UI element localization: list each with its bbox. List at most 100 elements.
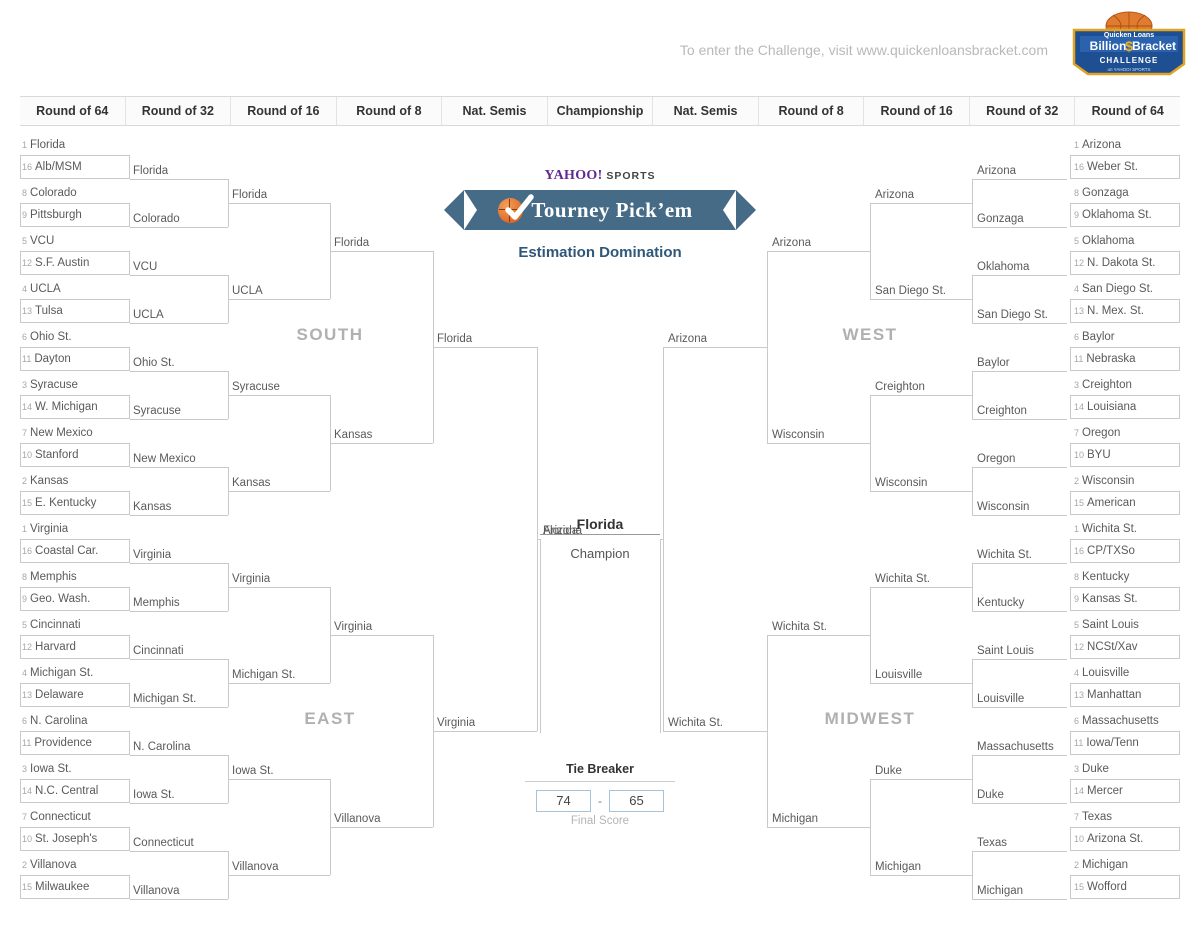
team-slot-r64-left-15-top[interactable]: 2 Villanova: [22, 859, 76, 872]
team-slot-r64-right-10-top[interactable]: 5 Saint Louis: [1074, 619, 1139, 632]
team-slot-r64-right-5-bottom[interactable]: 14 Louisiana: [1074, 401, 1136, 414]
team-slot-r64-right-2-top[interactable]: 5 Oklahoma: [1074, 235, 1134, 248]
team-slot-r64-right-14-bottom[interactable]: 10 Arizona St.: [1074, 833, 1143, 846]
team-slot-r64-right-6-top[interactable]: 7 Oregon: [1074, 427, 1120, 440]
winner-r32-left-1-top[interactable]: VCU: [133, 261, 157, 274]
winner-r32-left-0-top[interactable]: Florida: [133, 165, 168, 178]
team-slot-r64-left-3-bottom[interactable]: 13 Tulsa: [22, 305, 63, 318]
team-slot-r64-right-0-top[interactable]: 1 Arizona: [1074, 139, 1121, 152]
team-slot-r64-right-4-top[interactable]: 6 Baylor: [1074, 331, 1115, 344]
team-slot-r64-left-9-bottom[interactable]: 9 Geo. Wash.: [22, 593, 90, 606]
winner-r32-right-2-top[interactable]: Baylor: [977, 357, 1010, 370]
winner-natsemi-left-bottom[interactable]: Virginia: [437, 717, 475, 730]
team-slot-r64-left-5-bottom[interactable]: 14 W. Michigan: [22, 401, 98, 414]
winner-r16-right-3-top[interactable]: Duke: [875, 765, 902, 778]
winner-r16-left-2-top[interactable]: Virginia: [232, 573, 270, 586]
team-slot-r64-left-14-top[interactable]: 7 Connecticut: [22, 811, 91, 824]
winner-r32-right-7-bottom[interactable]: Michigan: [977, 885, 1023, 898]
team-slot-r64-left-0-top[interactable]: 1 Florida: [22, 139, 65, 152]
tie-breaker-score-right[interactable]: 65: [609, 790, 664, 812]
winner-r32-left-1-bottom[interactable]: UCLA: [133, 309, 164, 322]
winner-r32-right-4-top[interactable]: Wichita St.: [977, 549, 1032, 562]
winner-r32-left-7-bottom[interactable]: Villanova: [133, 885, 179, 898]
team-slot-r64-left-1-bottom[interactable]: 9 Pittsburgh: [22, 209, 82, 222]
team-slot-r64-right-13-bottom[interactable]: 14 Mercer: [1074, 785, 1123, 798]
winner-r16-right-2-bottom[interactable]: Louisville: [875, 669, 922, 682]
team-slot-r64-left-3-top[interactable]: 4 UCLA: [22, 283, 61, 296]
team-slot-r64-left-4-top[interactable]: 6 Ohio St.: [22, 331, 72, 344]
team-slot-r64-right-14-top[interactable]: 7 Texas: [1074, 811, 1112, 824]
winner-natsemi-right-bottom[interactable]: Wichita St.: [668, 717, 723, 730]
winner-r32-right-7-top[interactable]: Texas: [977, 837, 1007, 850]
team-slot-r64-right-4-bottom[interactable]: 11 Nebraska: [1074, 353, 1136, 366]
tie-breaker-score-left[interactable]: 74: [536, 790, 591, 812]
winner-r16-left-1-top[interactable]: Syracuse: [232, 381, 280, 394]
team-slot-r64-right-15-top[interactable]: 2 Michigan: [1074, 859, 1128, 872]
winner-r32-right-6-bottom[interactable]: Duke: [977, 789, 1004, 802]
winner-r16-right-3-bottom[interactable]: Michigan: [875, 861, 921, 874]
winner-r16-right-0-bottom[interactable]: San Diego St.: [875, 285, 946, 298]
winner-r16-left-2-bottom[interactable]: Michigan St.: [232, 669, 295, 682]
team-slot-r64-left-7-bottom[interactable]: 15 E. Kentucky: [22, 497, 96, 510]
winner-r32-right-6-top[interactable]: Massachusetts: [977, 741, 1054, 754]
winner-r32-right-3-bottom[interactable]: Wisconsin: [977, 501, 1029, 514]
winner-r32-right-1-bottom[interactable]: San Diego St.: [977, 309, 1048, 322]
winner-r16-right-0-top[interactable]: Arizona: [875, 189, 914, 202]
winner-r32-left-6-bottom[interactable]: Iowa St.: [133, 789, 175, 802]
winner-r32-right-3-top[interactable]: Oregon: [977, 453, 1015, 466]
team-slot-r64-right-2-bottom[interactable]: 12 N. Dakota St.: [1074, 257, 1155, 270]
winner-r32-left-0-bottom[interactable]: Colorado: [133, 213, 180, 226]
team-slot-r64-left-6-bottom[interactable]: 10 Stanford: [22, 449, 79, 462]
team-slot-r64-left-14-bottom[interactable]: 10 St. Joseph's: [22, 833, 97, 846]
team-slot-r64-right-8-bottom[interactable]: 16 CP/TXSo: [1074, 545, 1135, 558]
winner-r32-right-4-bottom[interactable]: Kentucky: [977, 597, 1024, 610]
winner-r16-left-0-bottom[interactable]: UCLA: [232, 285, 263, 298]
winner-r32-left-3-bottom[interactable]: Kansas: [133, 501, 171, 514]
winner-r16-left-0-top[interactable]: Florida: [232, 189, 267, 202]
winner-r8-right-1-bottom[interactable]: Michigan: [772, 813, 818, 826]
winner-r32-left-2-bottom[interactable]: Syracuse: [133, 405, 181, 418]
winner-r32-right-5-bottom[interactable]: Louisville: [977, 693, 1024, 706]
team-slot-r64-right-9-top[interactable]: 8 Kentucky: [1074, 571, 1129, 584]
team-slot-r64-left-11-bottom[interactable]: 13 Delaware: [22, 689, 84, 702]
team-slot-r64-right-15-bottom[interactable]: 15 Wofford: [1074, 881, 1127, 894]
winner-r8-left-1-bottom[interactable]: Villanova: [334, 813, 380, 826]
winner-r16-left-1-bottom[interactable]: Kansas: [232, 477, 270, 490]
winner-r16-right-1-bottom[interactable]: Wisconsin: [875, 477, 927, 490]
team-slot-r64-left-13-bottom[interactable]: 14 N.C. Central: [22, 785, 98, 798]
team-slot-r64-left-11-top[interactable]: 4 Michigan St.: [22, 667, 93, 680]
winner-r16-right-1-top[interactable]: Creighton: [875, 381, 925, 394]
team-slot-r64-right-13-top[interactable]: 3 Duke: [1074, 763, 1109, 776]
winner-r16-right-2-top[interactable]: Wichita St.: [875, 573, 930, 586]
team-slot-r64-right-1-top[interactable]: 8 Gonzaga: [1074, 187, 1129, 200]
winner-r16-left-3-bottom[interactable]: Villanova: [232, 861, 278, 874]
team-slot-r64-left-2-bottom[interactable]: 12 S.F. Austin: [22, 257, 89, 270]
team-slot-r64-left-7-top[interactable]: 2 Kansas: [22, 475, 68, 488]
winner-r8-right-1-top[interactable]: Wichita St.: [772, 621, 827, 634]
team-slot-r64-right-10-bottom[interactable]: 12 NCSt/Xav: [1074, 641, 1138, 654]
team-slot-r64-left-12-bottom[interactable]: 11 Providence: [22, 737, 92, 750]
team-slot-r64-right-3-top[interactable]: 4 San Diego St.: [1074, 283, 1153, 296]
winner-r32-left-3-top[interactable]: New Mexico: [133, 453, 196, 466]
team-slot-r64-left-8-top[interactable]: 1 Virginia: [22, 523, 68, 536]
winner-r32-left-5-bottom[interactable]: Michigan St.: [133, 693, 196, 706]
winner-r32-left-6-top[interactable]: N. Carolina: [133, 741, 191, 754]
winner-r8-left-0-bottom[interactable]: Kansas: [334, 429, 372, 442]
winner-r32-left-7-top[interactable]: Connecticut: [133, 837, 194, 850]
team-slot-r64-right-7-bottom[interactable]: 15 American: [1074, 497, 1136, 510]
team-slot-r64-right-6-bottom[interactable]: 10 BYU: [1074, 449, 1111, 462]
team-slot-r64-right-7-top[interactable]: 2 Wisconsin: [1074, 475, 1134, 488]
team-slot-r64-left-9-top[interactable]: 8 Memphis: [22, 571, 77, 584]
team-slot-r64-right-11-top[interactable]: 4 Louisville: [1074, 667, 1129, 680]
team-slot-r64-left-0-bottom[interactable]: 16 Alb/MSM: [22, 161, 82, 174]
winner-r32-right-0-bottom[interactable]: Gonzaga: [977, 213, 1024, 226]
winner-r32-left-5-top[interactable]: Cincinnati: [133, 645, 184, 658]
winner-r8-right-0-bottom[interactable]: Wisconsin: [772, 429, 824, 442]
team-slot-r64-left-15-bottom[interactable]: 15 Milwaukee: [22, 881, 89, 894]
winner-r32-right-5-top[interactable]: Saint Louis: [977, 645, 1034, 658]
team-slot-r64-left-1-top[interactable]: 8 Colorado: [22, 187, 77, 200]
team-slot-r64-right-5-top[interactable]: 3 Creighton: [1074, 379, 1132, 392]
winner-r32-left-4-top[interactable]: Virginia: [133, 549, 171, 562]
team-slot-r64-left-2-top[interactable]: 5 VCU: [22, 235, 54, 248]
team-slot-r64-left-4-bottom[interactable]: 11 Dayton: [22, 353, 71, 366]
